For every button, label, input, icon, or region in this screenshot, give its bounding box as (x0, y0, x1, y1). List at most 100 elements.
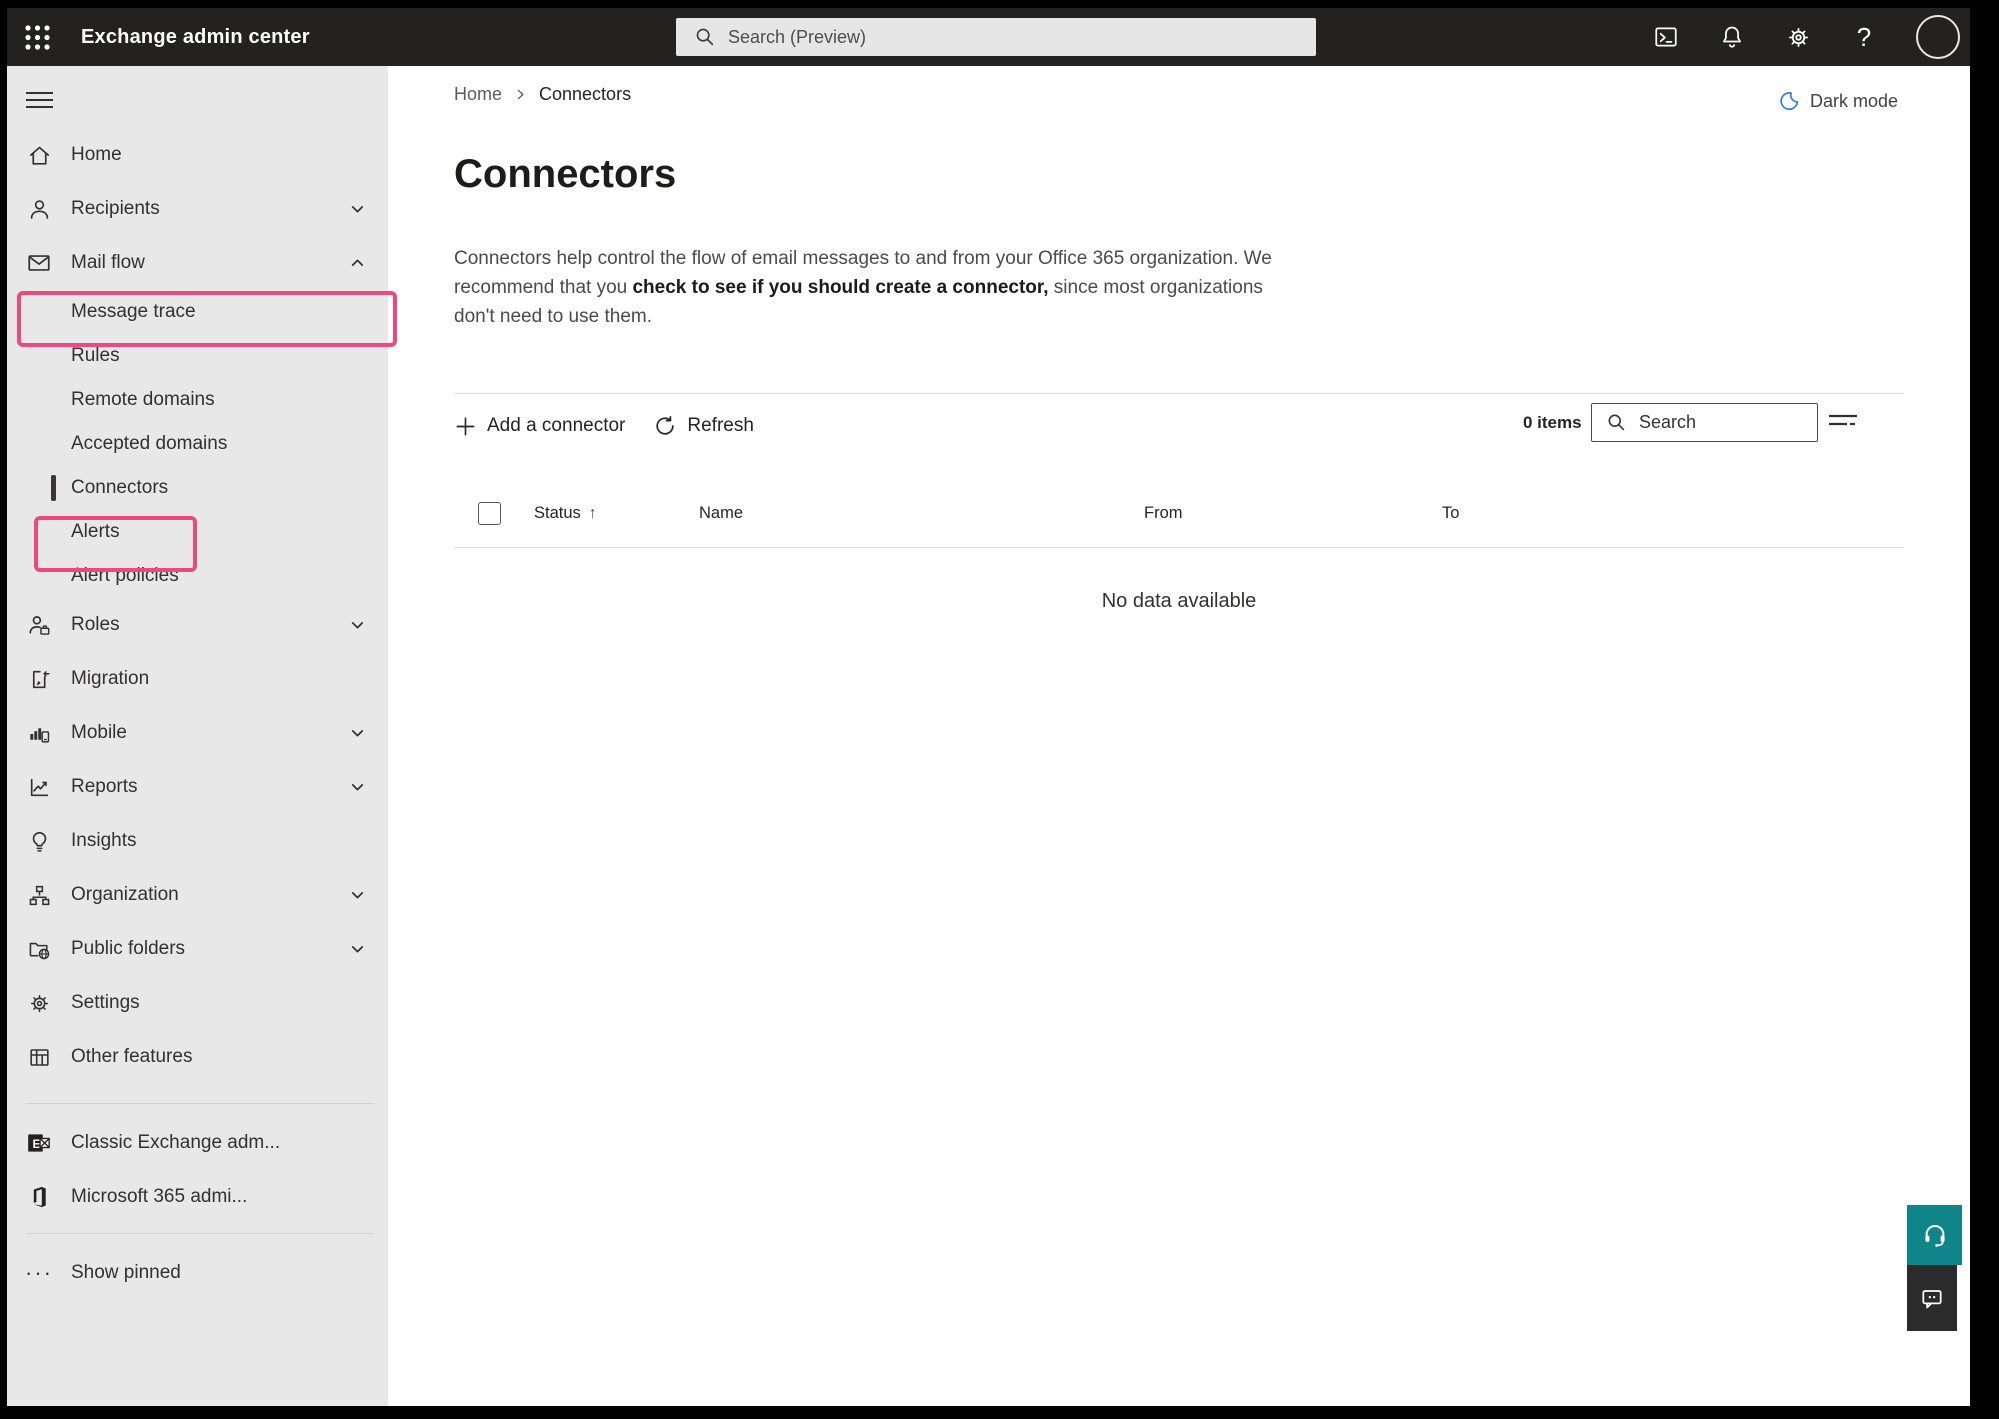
sidebar-item-connectors[interactable]: Connectors (7, 466, 388, 510)
table-header-row: Status ↑ Name From To (454, 496, 1904, 540)
feedback-button[interactable] (1907, 1265, 1957, 1331)
collapse-nav-button[interactable] (26, 80, 66, 120)
column-label: To (1442, 504, 1459, 523)
sidebar-item-label: Classic Exchange adm... (71, 1132, 280, 1154)
column-header-status[interactable]: Status ↑ (534, 504, 597, 523)
sidebar-item-remote-domains[interactable]: Remote domains (7, 378, 388, 422)
sidebar-item-reports[interactable]: Reports (7, 760, 388, 814)
sidebar-item-mail-flow[interactable]: Mail flow (7, 236, 388, 290)
chevron-down-icon (349, 779, 366, 796)
sidebar-item-home[interactable]: Home (7, 128, 388, 182)
line-chart-icon (26, 774, 52, 800)
global-search-box[interactable] (676, 18, 1316, 56)
sort-ascending-icon: ↑ (589, 505, 597, 523)
powershell-button[interactable] (1652, 23, 1680, 51)
sidebar-item-alerts[interactable]: Alerts (7, 510, 388, 554)
settings-button[interactable] (1784, 23, 1812, 51)
sidebar-item-other-features[interactable]: Other features (7, 1030, 388, 1084)
gear-icon (26, 990, 52, 1016)
sidebar-item-label: Alerts (71, 521, 120, 543)
description-link[interactable]: check to see if you should create a conn… (632, 277, 1048, 298)
feedback-bubble-icon (1919, 1285, 1945, 1311)
sidebar-item-label: Reports (71, 776, 138, 798)
sidebar-item-insights[interactable]: Insights (7, 814, 388, 868)
sidebar-item-mobile[interactable]: Mobile (7, 706, 388, 760)
chevron-down-icon (349, 887, 366, 904)
sidebar-item-label: Organization (71, 884, 179, 906)
sidebar-item-label: Public folders (71, 938, 185, 960)
sidebar-item-label: Accepted domains (71, 433, 227, 455)
dark-mode-toggle[interactable]: Dark mode (1778, 90, 1898, 112)
list-search-input[interactable] (1639, 412, 1789, 433)
sidebar-item-label: Migration (71, 668, 149, 690)
waffle-icon (24, 24, 51, 51)
breadcrumb-current: Connectors (539, 84, 631, 105)
sidebar-item-label: Connectors (71, 477, 168, 499)
gear-icon (1785, 24, 1812, 51)
filter-icon (1828, 412, 1858, 434)
sidebar-item-public-folders[interactable]: Public folders (7, 922, 388, 976)
sidebar-item-rules[interactable]: Rules (7, 334, 388, 378)
headset-icon (1921, 1221, 1949, 1249)
search-icon (694, 26, 716, 48)
chevron-down-icon (349, 725, 366, 742)
exchange-logo-icon: E (26, 1130, 52, 1156)
list-search-box[interactable] (1591, 403, 1818, 442)
filter-button[interactable] (1828, 410, 1860, 436)
global-search-input[interactable] (728, 27, 1268, 48)
sidebar-item-label: Roles (71, 614, 120, 636)
ellipsis-icon: ··· (26, 1260, 52, 1286)
sidebar-item-label: Rules (71, 345, 120, 367)
add-connector-button[interactable]: Add a connector (454, 415, 625, 438)
sidebar-item-show-pinned[interactable]: ··· Show pinned (7, 1246, 388, 1300)
account-avatar[interactable] (1916, 15, 1960, 59)
empty-table-message: No data available (454, 590, 1904, 613)
terminal-icon (1653, 24, 1679, 50)
lightbulb-icon (26, 828, 52, 854)
refresh-label: Refresh (687, 415, 754, 437)
column-header-to[interactable]: To (1442, 504, 1459, 523)
topbar-icon-group: ? (1652, 8, 1960, 66)
sidebar-item-label: Mobile (71, 722, 127, 744)
help-button[interactable]: ? (1850, 23, 1878, 51)
sidebar-item-recipients[interactable]: Recipients (7, 182, 388, 236)
exchange-admin-center-window: Exchange admin center (7, 8, 1970, 1406)
sidebar-item-label: Mail flow (71, 252, 145, 274)
main-content: Home Connectors Dark mode Connectors Con… (388, 66, 1970, 1406)
mail-icon (26, 250, 52, 276)
refresh-icon (653, 414, 677, 438)
select-all-checkbox[interactable] (478, 502, 501, 525)
home-icon (26, 142, 52, 168)
app-title: Exchange admin center (81, 26, 310, 49)
svg-text:E: E (33, 1137, 41, 1151)
sidebar-item-label: Microsoft 365 admi... (71, 1186, 247, 1208)
app-launcher-button[interactable] (15, 15, 59, 59)
sidebar-item-migration[interactable]: Migration (7, 652, 388, 706)
sidebar-item-alert-policies[interactable]: Alert policies (7, 554, 388, 598)
left-navigation: Home Recipients Mail flow (7, 66, 388, 1406)
sidebar-item-roles[interactable]: Roles (7, 598, 388, 652)
help-support-button[interactable] (1907, 1205, 1962, 1265)
sidebar-divider (26, 1103, 374, 1104)
person-icon (26, 196, 52, 222)
sidebar-item-message-trace[interactable]: Message trace (7, 290, 388, 334)
sidebar-item-label: Remote domains (71, 389, 215, 411)
sidebar-item-microsoft-365-admin[interactable]: Microsoft 365 admi... (7, 1170, 388, 1224)
sidebar-item-classic-exchange-admin[interactable]: E Classic Exchange adm... (7, 1116, 388, 1170)
notifications-button[interactable] (1718, 23, 1746, 51)
chevron-down-icon (349, 617, 366, 634)
sidebar-item-label: Settings (71, 992, 140, 1014)
page-description: Connectors help control the flow of emai… (454, 244, 1302, 331)
sidebar-item-organization[interactable]: Organization (7, 868, 388, 922)
sidebar-item-accepted-domains[interactable]: Accepted domains (7, 422, 388, 466)
breadcrumb-home-link[interactable]: Home (454, 84, 502, 105)
mobile-stats-icon (26, 720, 52, 746)
top-app-bar: Exchange admin center (7, 8, 1970, 66)
sidebar-item-label: Recipients (71, 198, 160, 220)
refresh-button[interactable]: Refresh (653, 414, 754, 438)
moon-icon (1778, 90, 1800, 112)
column-header-from[interactable]: From (1144, 504, 1183, 523)
column-header-name[interactable]: Name (699, 504, 743, 523)
sidebar-item-settings[interactable]: Settings (7, 976, 388, 1030)
list-toolbar: Add a connector Refresh (454, 404, 754, 448)
